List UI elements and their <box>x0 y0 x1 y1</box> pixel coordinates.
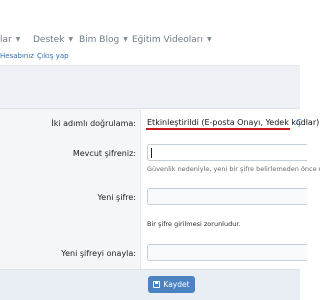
nav-item-label: lar <box>0 35 12 45</box>
save-button-label: Kaydet <box>163 280 190 289</box>
new-password-label: Yeni şifre: <box>97 193 136 202</box>
password-form: İki adımlı doğrulama: Etkinleştirildi (E… <box>0 108 320 270</box>
confirm-password-input[interactable] <box>147 244 307 261</box>
chevron-down-icon: ▼ <box>15 36 21 43</box>
nav-item-egitim-videolari[interactable]: Eğitim Videoları ▼ <box>132 35 212 45</box>
two-step-status: Etkinleştirildi (E-posta Onayı, Yedek ko… <box>147 118 320 127</box>
save-button[interactable]: Kaydet <box>148 276 195 293</box>
account-link[interactable]: Hesabınız <box>0 52 34 60</box>
status-underline-annotation <box>146 128 290 130</box>
two-step-label: İki adımlı doğrulama: <box>51 119 136 128</box>
form-footer: Kaydet <box>0 269 300 300</box>
chevron-down-icon: ▼ <box>68 36 74 43</box>
logout-link[interactable]: Çıkış yap <box>37 52 69 60</box>
current-password-hint: Güvenlik nedeniyle, yeni bir şifre belir… <box>147 165 320 173</box>
nav-item-bim-blog[interactable]: Bim Blog ▼ <box>79 35 128 45</box>
save-icon <box>153 281 161 288</box>
form-label-column <box>0 109 141 269</box>
nav-item-forums[interactable]: lar ▼ <box>0 35 20 45</box>
nav-item-destek[interactable]: Destek ▼ <box>33 35 73 45</box>
chevron-down-icon: ▼ <box>207 36 212 43</box>
two-step-change-link[interactable]: Ç <box>296 118 302 127</box>
current-password-label: Mevcut şifreniz: <box>72 149 136 158</box>
new-password-input[interactable] <box>147 188 307 205</box>
confirm-password-label: Yeni şifreyi onayla: <box>61 249 136 258</box>
current-password-input[interactable] <box>147 144 307 161</box>
nav-item-label: Eğitim Videoları <box>132 35 203 45</box>
sub-navigation: Hesabınız Çıkış yap <box>0 48 300 66</box>
chevron-down-icon: ▼ <box>123 36 128 43</box>
new-password-hint: Bir şifre girilmesi zorunludur. <box>147 220 241 228</box>
text-caret <box>151 148 152 158</box>
nav-item-label: Destek <box>33 35 65 45</box>
page-header-band <box>0 66 300 108</box>
nav-item-label: Bim Blog <box>79 35 120 45</box>
top-navigation: lar ▼ Destek ▼ Bim Blog ▼ Eğitim Videoları ▼ <box>0 0 300 48</box>
